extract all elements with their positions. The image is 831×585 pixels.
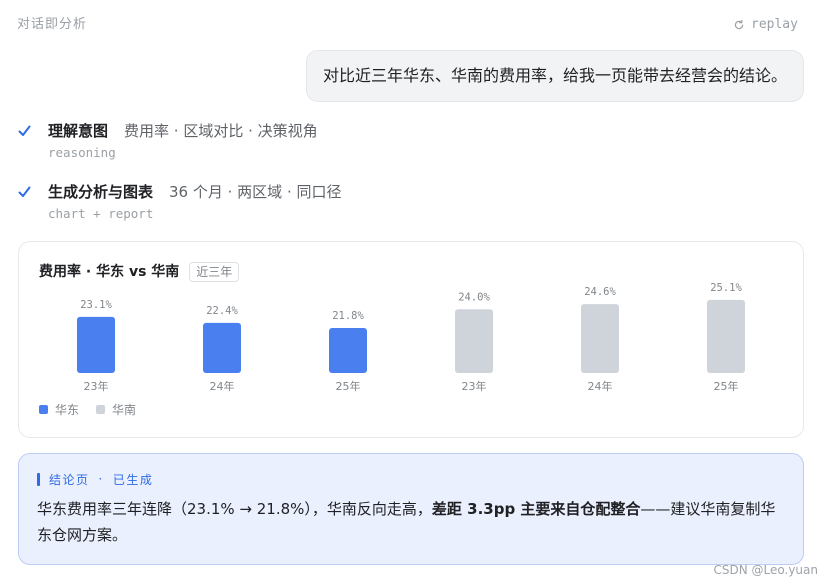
replay-label: replay — [751, 17, 798, 32]
category-label-series1-cat1: 23年 — [84, 379, 109, 393]
legend-swatch-series1 — [39, 404, 48, 414]
watermark: CSDN @Leo.yuan — [713, 563, 819, 577]
step-tag: reasoning — [48, 145, 116, 160]
chart-title: 费用率 · 华东 vs 华南 — [39, 264, 180, 280]
step-understand-intent: 理解意图 费用率 · 区域对比 · 决策视角 reasoning — [18, 120, 738, 162]
conclusion-panel: 结论页 · 已生成 华东费用率三年连降（23.1% → 21.8%），华南反向走… — [18, 453, 804, 565]
bar-series2-cat2 — [581, 304, 619, 373]
bar-series2-cat3 — [707, 299, 745, 373]
legend-label-series2: 华南 — [112, 402, 137, 417]
legend-item-series1: 华东 — [39, 401, 79, 418]
value-label-series1-cat1: 23.1% — [80, 299, 112, 311]
value-label-series2-cat1: 24.0% — [458, 291, 490, 303]
check-icon — [18, 181, 48, 203]
step-detail: 费用率 · 区域对比 · 决策视角 — [124, 122, 318, 140]
step-tag: chart + report — [48, 206, 154, 221]
replay-icon — [734, 20, 744, 30]
bar-series1-cat1 — [77, 316, 115, 373]
period-badge: 近三年 — [189, 262, 240, 282]
bar-series1-cat2 — [203, 322, 241, 373]
user-message-text: 对比近三年华东、华南的费用率，给我一页能带去经营会的结论。 — [322, 66, 787, 85]
value-label-series2-cat2: 24.6% — [584, 286, 616, 298]
step-row: 生成分析与图表 36 个月 · 两区域 · 同口径 — [18, 181, 738, 203]
category-label-series1-cat2: 24年 — [210, 379, 235, 393]
user-message-bubble: 对比近三年华东、华南的费用率，给我一页能带去经营会的结论。 — [305, 50, 804, 102]
conclusion-header: 结论页 · 已生成 — [37, 470, 153, 488]
category-label-series2-cat3: 25年 — [714, 379, 739, 393]
app-title: 对话即分析 — [17, 17, 88, 32]
step-detail: 36 个月 · 两区域 · 同口径 — [169, 183, 342, 201]
value-label-series1-cat3: 21.8% — [332, 310, 364, 322]
step-generate-chart: 生成分析与图表 36 个月 · 两区域 · 同口径 chart + report — [18, 181, 738, 223]
accent-bar — [37, 472, 40, 486]
bar-series2-cat1 — [455, 309, 493, 373]
conclusion-text: 华东费用率三年连降（23.1% → 21.8%），华南反向走高，差距 3.3pp… — [37, 496, 786, 548]
legend-item-series2: 华南 — [96, 401, 136, 418]
conclusion-text-lead: 华东费用率三年连降（23.1% → 21.8%），华南反向走高， — [37, 500, 432, 518]
legend-swatch-series2 — [96, 404, 106, 414]
category-label-series2-cat1: 23年 — [462, 379, 487, 393]
value-label-series1-cat2: 22.4% — [206, 305, 238, 317]
legend-label-series1: 华东 — [55, 402, 80, 417]
step-row: 理解意图 费用率 · 区域对比 · 决策视角 — [18, 120, 738, 142]
conclusion-status: 已生成 — [112, 472, 154, 487]
conclusion-label: 结论页 — [49, 472, 90, 487]
chart-header: 费用率 · 华东 vs 华南 近三年 — [39, 262, 240, 282]
separator-dot: · — [98, 472, 104, 486]
value-label-series2-cat3: 25.1% — [710, 282, 742, 294]
check-icon — [18, 120, 48, 142]
step-title: 生成分析与图表 — [48, 183, 154, 201]
chart-card: 23.1% 23年 22.4% 24年 21.8% 25年 24.0% 23年 24.6% 24年… — [18, 241, 804, 438]
category-label-series2-cat2: 24年 — [588, 379, 613, 393]
chart-legend: 华东 华南 — [39, 400, 153, 418]
replay-button[interactable]: replay — [734, 16, 798, 34]
bar-series1-cat3 — [329, 327, 367, 373]
step-title: 理解意图 — [48, 122, 109, 140]
category-label-series1-cat3: 25年 — [336, 379, 361, 393]
conclusion-text-highlight: 差距 3.3pp 主要来自仓配整合 — [431, 500, 641, 518]
